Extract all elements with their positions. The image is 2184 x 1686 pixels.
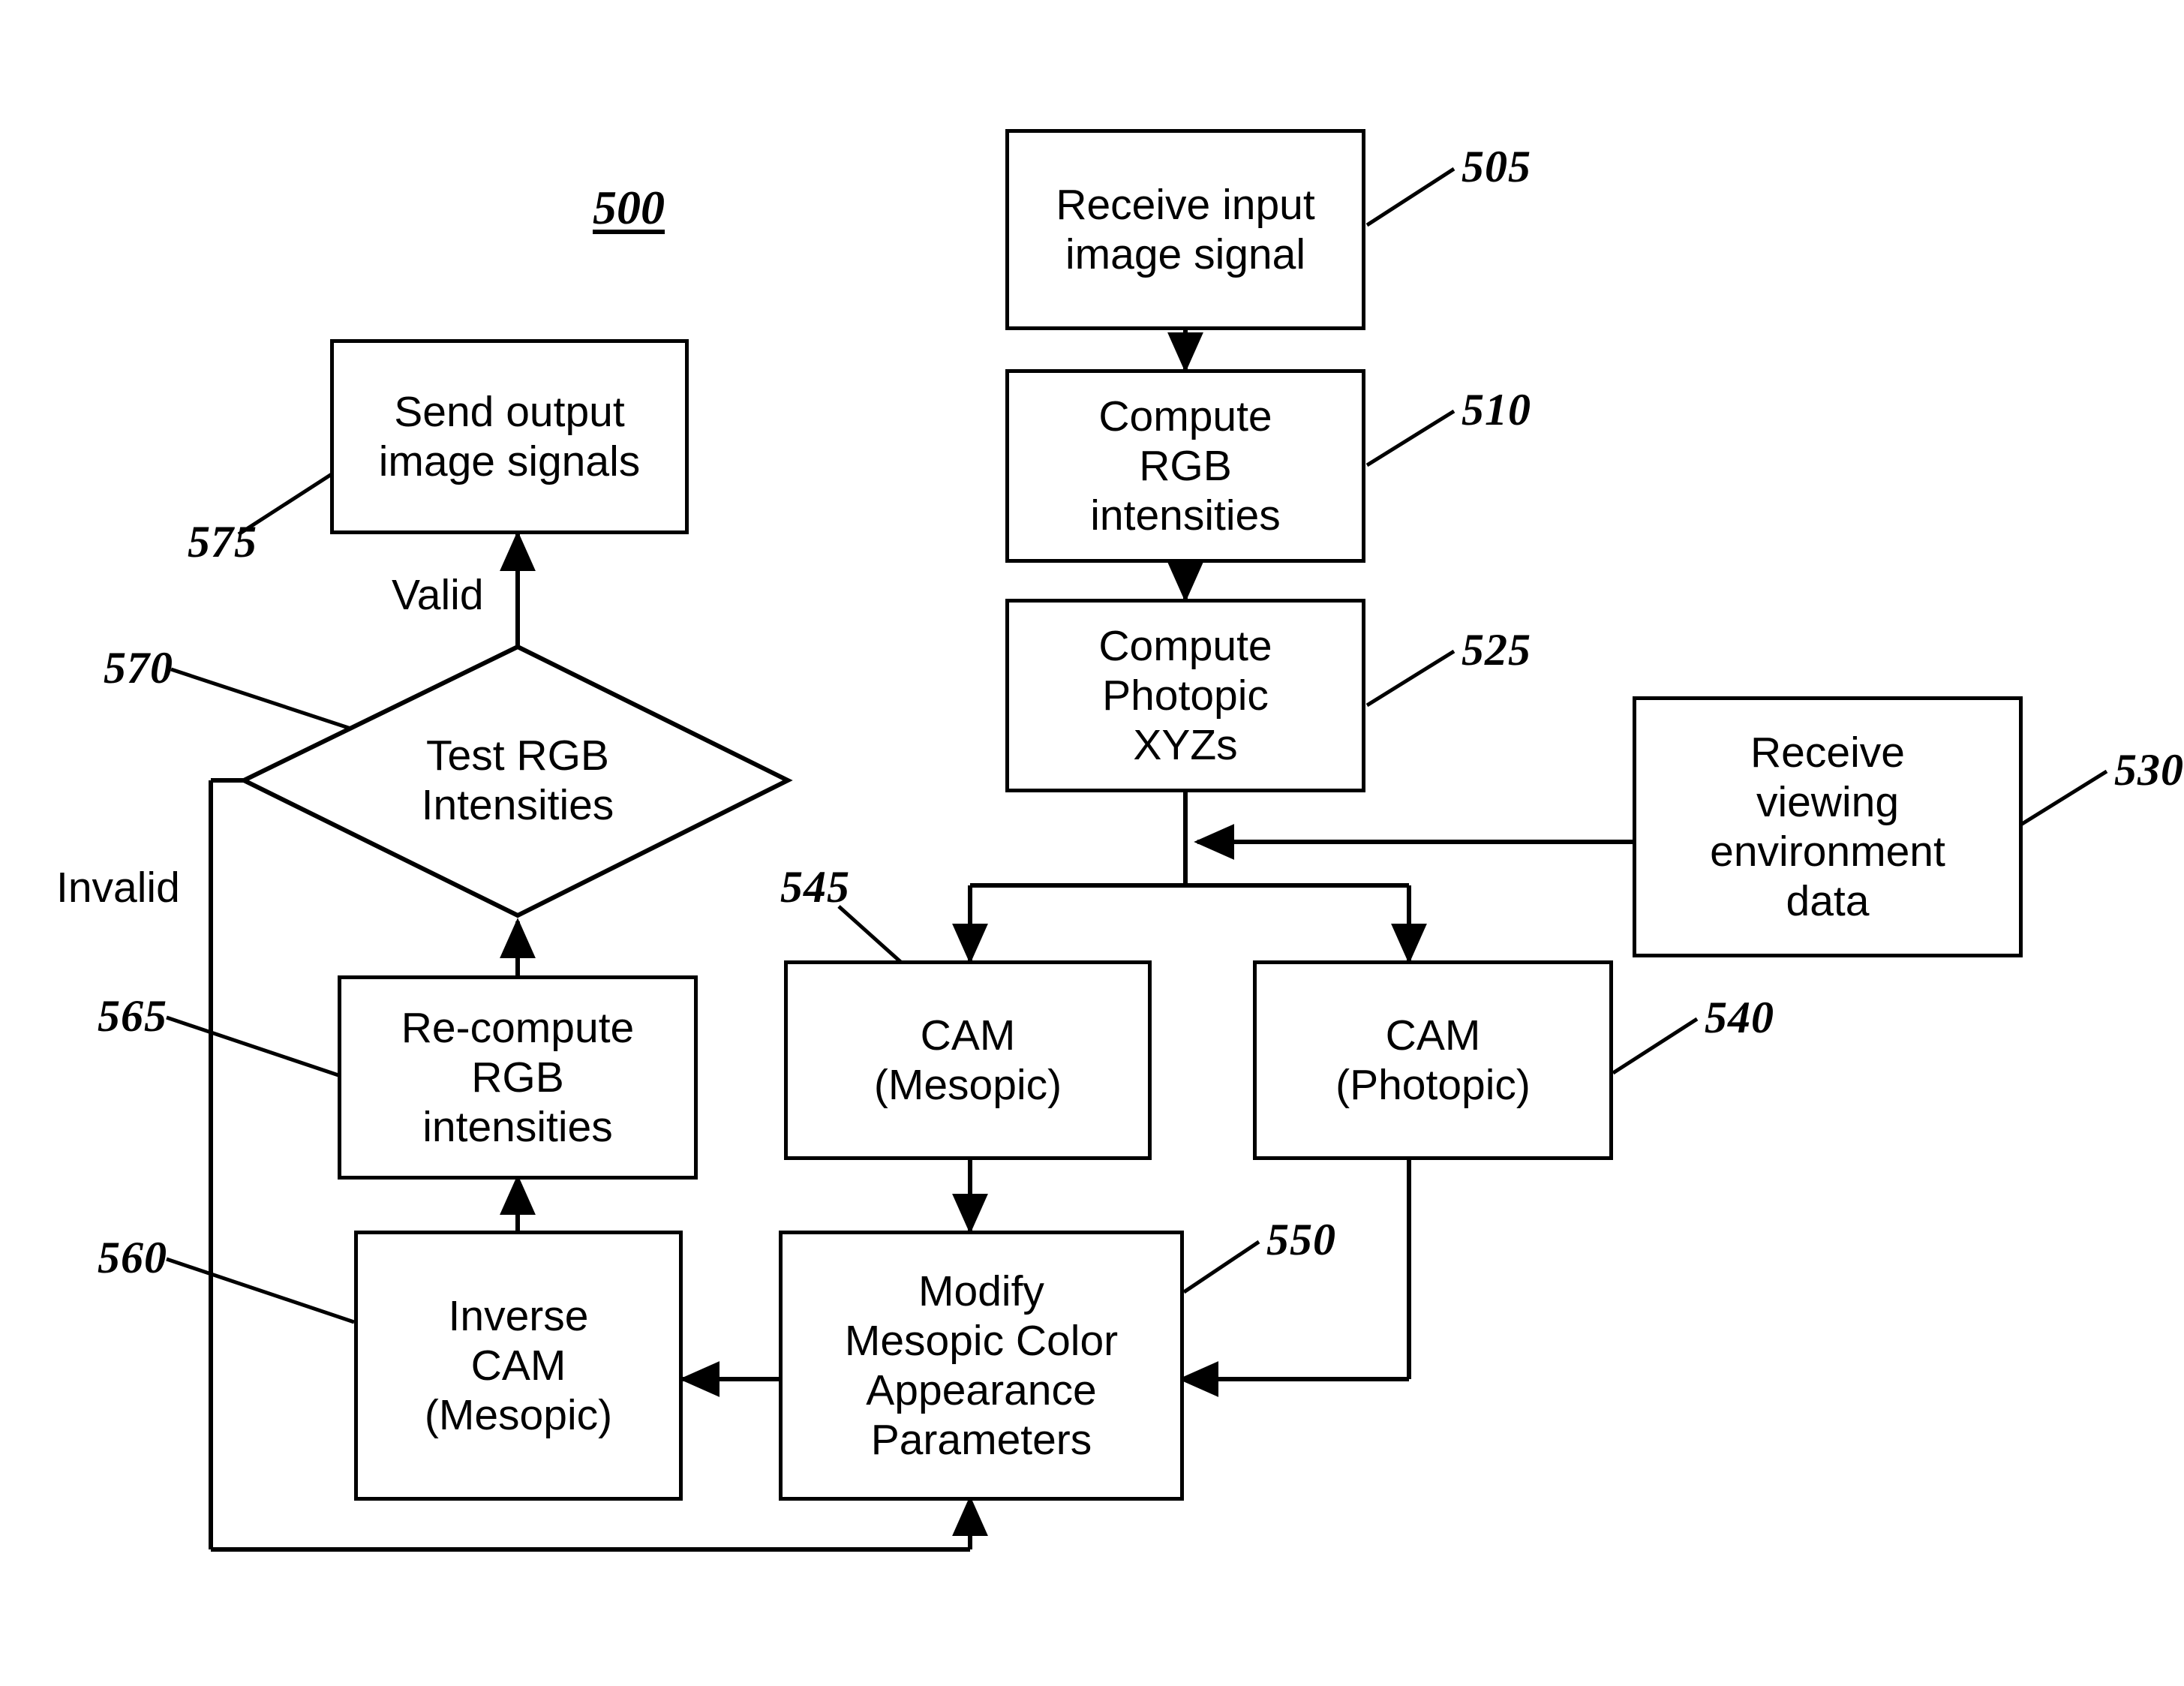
ref-label-525: 525 [1462, 625, 1531, 675]
node-send-output-image-signals[interactable]: Send output image signals [330, 339, 689, 534]
leader-505 [1365, 167, 1455, 227]
ref-label-530: 530 [2114, 745, 2184, 795]
ref-label-575: 575 [188, 517, 257, 567]
patent-flowchart-figure: 500 Receive input image signal Compute R… [0, 0, 2184, 1686]
ref-label-550: 550 [1266, 1215, 1336, 1264]
leader-565 [166, 1015, 350, 1081]
ref-label-570: 570 [104, 643, 173, 693]
ref-label-505: 505 [1462, 142, 1531, 191]
node-compute-photopic-xyzs[interactable]: Compute Photopic XYZs [1005, 599, 1365, 792]
leader-560 [166, 1257, 355, 1324]
leader-540 [1612, 1017, 1699, 1075]
node-receive-input-image-signal[interactable]: Receive input image signal [1005, 129, 1365, 330]
leader-550 [1182, 1240, 1260, 1294]
leader-510 [1365, 409, 1455, 467]
node-test-rgb-intensities-label[interactable]: Test RGB Intensities [341, 720, 694, 840]
node-cam-photopic[interactable]: CAM (Photopic) [1253, 960, 1613, 1160]
ref-label-565: 565 [98, 991, 167, 1041]
node-modify-mesopic-color-appearance-parameters[interactable]: Modify Mesopic Color Appearance Paramete… [779, 1231, 1184, 1501]
edge-label-valid: Valid [392, 571, 484, 619]
node-inverse-cam-mesopic[interactable]: Inverse CAM (Mesopic) [354, 1231, 683, 1501]
node-receive-viewing-environment-data[interactable]: Receive viewing environment data [1633, 696, 2023, 957]
node-cam-mesopic[interactable]: CAM (Mesopic) [784, 960, 1152, 1160]
leader-525 [1365, 649, 1455, 708]
ref-label-560: 560 [98, 1233, 167, 1282]
node-compute-rgb-intensities[interactable]: Compute RGB intensities [1005, 369, 1365, 563]
ref-label-510: 510 [1462, 385, 1531, 434]
figure-number: 500 [593, 181, 665, 234]
edge-label-invalid: Invalid [56, 864, 180, 912]
node-recompute-rgb-intensities[interactable]: Re-compute RGB intensities [338, 975, 698, 1180]
ref-label-540: 540 [1705, 993, 1774, 1042]
ref-label-545: 545 [780, 862, 850, 912]
leader-530 [2018, 769, 2108, 828]
